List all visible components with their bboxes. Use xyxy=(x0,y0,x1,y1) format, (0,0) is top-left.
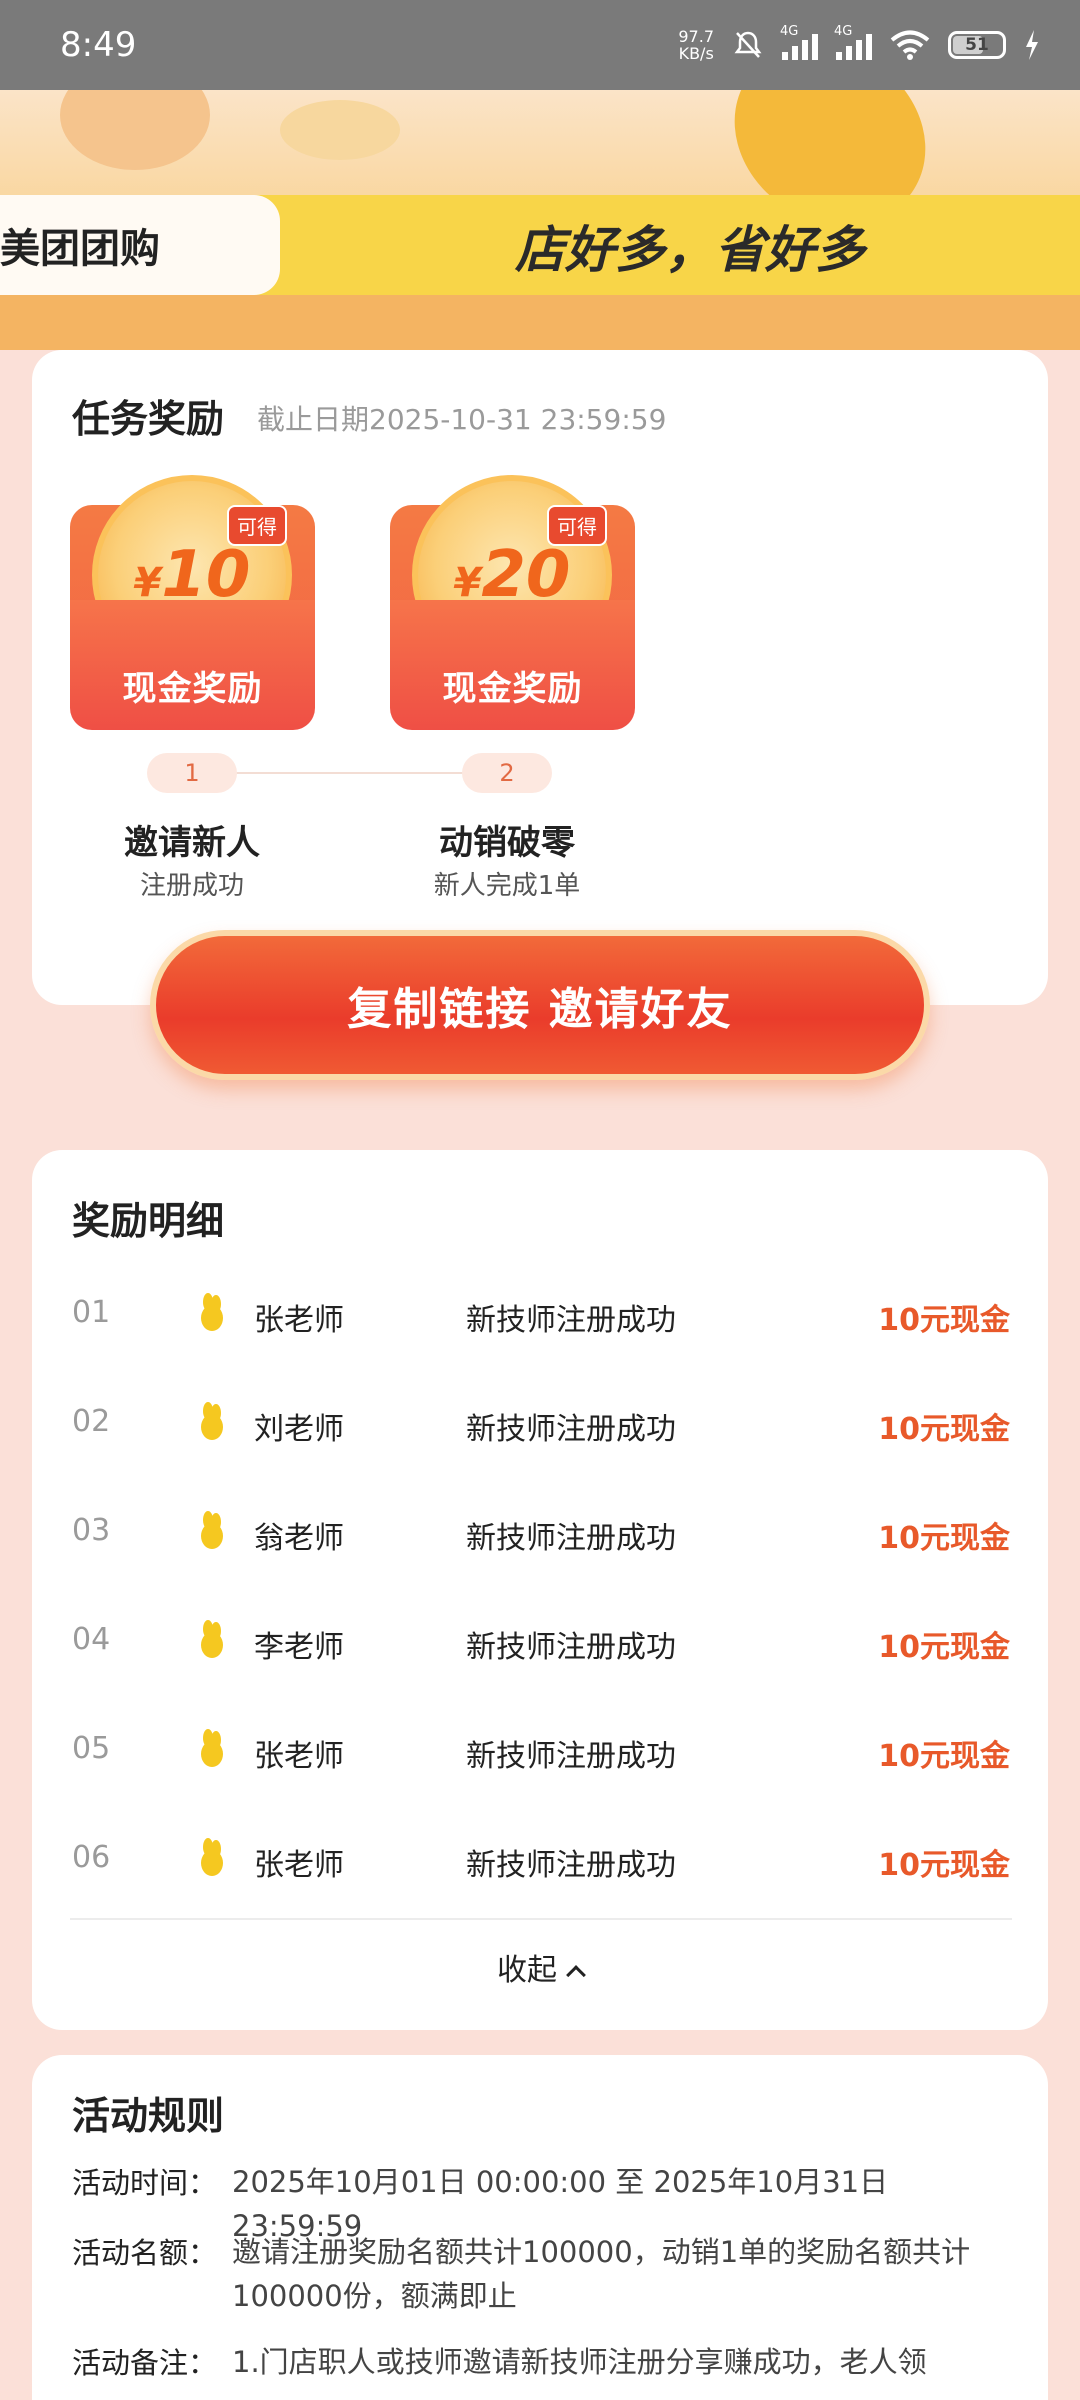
activity-rules-card: 活动规则 活动时间： 2025年10月01日 00:00:00 至 2025年1… xyxy=(32,2055,1048,2400)
list-item: 01 张老师 新技师注册成功 10元现金 xyxy=(32,1265,1048,1374)
chevron-up-icon xyxy=(566,1965,586,1985)
avatar-icon xyxy=(197,1729,227,1769)
copy-link-invite-label: 复制链接 邀请好友 xyxy=(347,984,733,1035)
rule-item: 活动名额： 邀请注册奖励名额共计100000，动销1单的奖励名额共计100000… xyxy=(72,2230,1022,2318)
step-subtitle-2: 新人完成1单 xyxy=(433,871,581,901)
row-name: 李老师 xyxy=(254,1630,344,1665)
wifi-icon xyxy=(890,30,930,60)
row-amount: 10元现金 xyxy=(878,1630,1010,1665)
row-name: 张老师 xyxy=(254,1739,344,1774)
row-index: 05 xyxy=(72,1731,111,1766)
list-item: 06 张老师 新技师注册成功 10元现金 xyxy=(32,1810,1048,1919)
signal-1-label: 4G xyxy=(780,24,799,39)
detail-title: 奖励明细 xyxy=(72,1199,225,1243)
reward-label: 现金奖励 xyxy=(442,669,583,709)
rules-title: 活动规则 xyxy=(72,2094,225,2138)
collapse-label: 收起 xyxy=(497,1953,557,1988)
row-name: 翁老师 xyxy=(254,1521,344,1556)
reward-item-1: ¥10 可得 现金奖励 xyxy=(70,475,315,730)
brand-label: 美团团购 xyxy=(0,195,280,295)
avatar-icon xyxy=(197,1620,227,1660)
detail-list: 01 张老师 新技师注册成功 10元现金 02 刘老师 新技师注册成功 10元现… xyxy=(32,1265,1048,1919)
brand-label-text: 美团团购 xyxy=(0,226,160,272)
mute-bell-icon xyxy=(734,31,762,58)
divider xyxy=(70,1918,1012,1920)
signal-2-label: 4G xyxy=(834,24,853,39)
avatar-icon xyxy=(197,1293,227,1333)
task-steps: 1 2 邀请新人 动销破零 注册成功 新人完成1单 xyxy=(32,750,1048,910)
row-index: 01 xyxy=(72,1295,111,1330)
list-item: 05 张老师 新技师注册成功 10元现金 xyxy=(32,1701,1048,1810)
row-index: 06 xyxy=(72,1840,111,1875)
row-index: 04 xyxy=(72,1622,111,1657)
battery-level: 51 xyxy=(965,35,989,55)
rule-key: 活动名额： xyxy=(72,2236,218,2270)
task-deadline: 截止日期2025-10-31 23:59:59 xyxy=(257,403,667,436)
row-amount: 10元现金 xyxy=(878,1521,1010,1556)
copy-link-invite-button[interactable]: 复制链接 邀请好友 xyxy=(150,930,930,1080)
list-item: 02 刘老师 新技师注册成功 10元现金 xyxy=(32,1374,1048,1483)
status-time: 8:49 xyxy=(60,25,137,65)
row-description: 新技师注册成功 xyxy=(466,1848,676,1883)
reward-pouch: 现金奖励 xyxy=(70,570,315,730)
signal-icon-1: 4G xyxy=(780,24,818,60)
avatar-icon xyxy=(197,1511,227,1551)
reward-label: 现金奖励 xyxy=(122,669,263,709)
row-description: 新技师注册成功 xyxy=(466,1521,676,1556)
status-bar: 8:49 97.7 KB/s 4G 4G 51 xyxy=(0,0,1080,90)
network-speed-unit: KB/s xyxy=(678,44,714,63)
task-reward-card: 任务奖励 截止日期2025-10-31 23:59:59 ¥10 可得 现金奖励… xyxy=(32,350,1048,1005)
step-subtitle-1: 注册成功 xyxy=(139,871,244,901)
avatar-icon xyxy=(197,1402,227,1442)
banner-slogan: 店好多，省好多 xyxy=(515,221,865,279)
task-title: 任务奖励 xyxy=(72,397,225,441)
row-name: 刘老师 xyxy=(254,1412,344,1447)
network-speed-value: 97.7 xyxy=(678,27,714,46)
row-name: 张老师 xyxy=(254,1848,344,1883)
rule-key: 活动备注： xyxy=(72,2346,218,2380)
rule-value: 1.门店职人或技师邀请新技师注册分享赚成功，老人领 xyxy=(232,2345,927,2379)
reward-pouch: 现金奖励 xyxy=(390,570,635,730)
rule-value: 邀请注册奖励名额共计100000，动销1单的奖励名额共计100000份，额满即止 xyxy=(232,2235,971,2313)
row-index: 02 xyxy=(72,1404,111,1439)
row-index: 03 xyxy=(72,1513,111,1548)
row-description: 新技师注册成功 xyxy=(466,1303,676,1338)
step-number-1: 1 xyxy=(147,753,237,793)
row-amount: 10元现金 xyxy=(878,1848,1010,1883)
signal-icon-2: 4G xyxy=(834,24,872,60)
step-title-2: 动销破零 xyxy=(439,823,575,863)
row-description: 新技师注册成功 xyxy=(466,1412,676,1447)
row-description: 新技师注册成功 xyxy=(466,1630,676,1665)
reward-item-2: ¥20 可得 现金奖励 xyxy=(390,475,635,730)
battery-icon: 51 xyxy=(948,31,1006,59)
step-title-1: 邀请新人 xyxy=(124,823,260,863)
network-speed: 97.7 KB/s xyxy=(678,28,714,62)
row-name: 张老师 xyxy=(254,1303,344,1338)
promo-banner: 美团团购 店好多，省好多 xyxy=(0,90,1080,350)
avatar-icon xyxy=(197,1838,227,1878)
list-item: 04 李老师 新技师注册成功 10元现金 xyxy=(32,1592,1048,1701)
step-number-2: 2 xyxy=(462,753,552,793)
row-amount: 10元现金 xyxy=(878,1412,1010,1447)
row-amount: 10元现金 xyxy=(878,1303,1010,1338)
row-description: 新技师注册成功 xyxy=(466,1739,676,1774)
reward-badge: 可得 xyxy=(547,505,607,546)
charging-icon xyxy=(1026,30,1038,60)
collapse-button[interactable]: 收起 xyxy=(32,1945,1048,1989)
list-item: 03 翁老师 新技师注册成功 10元现金 xyxy=(32,1483,1048,1592)
reward-detail-card: 奖励明细 01 张老师 新技师注册成功 10元现金 02 刘老师 新技师注册成功… xyxy=(32,1150,1048,2030)
rule-item: 活动备注： 1.门店职人或技师邀请新技师注册分享赚成功，老人领 xyxy=(72,2340,1022,2384)
reward-badge: 可得 xyxy=(227,505,287,546)
status-icons: 97.7 KB/s 4G 4G 51 xyxy=(678,24,1040,62)
row-amount: 10元现金 xyxy=(878,1739,1010,1774)
